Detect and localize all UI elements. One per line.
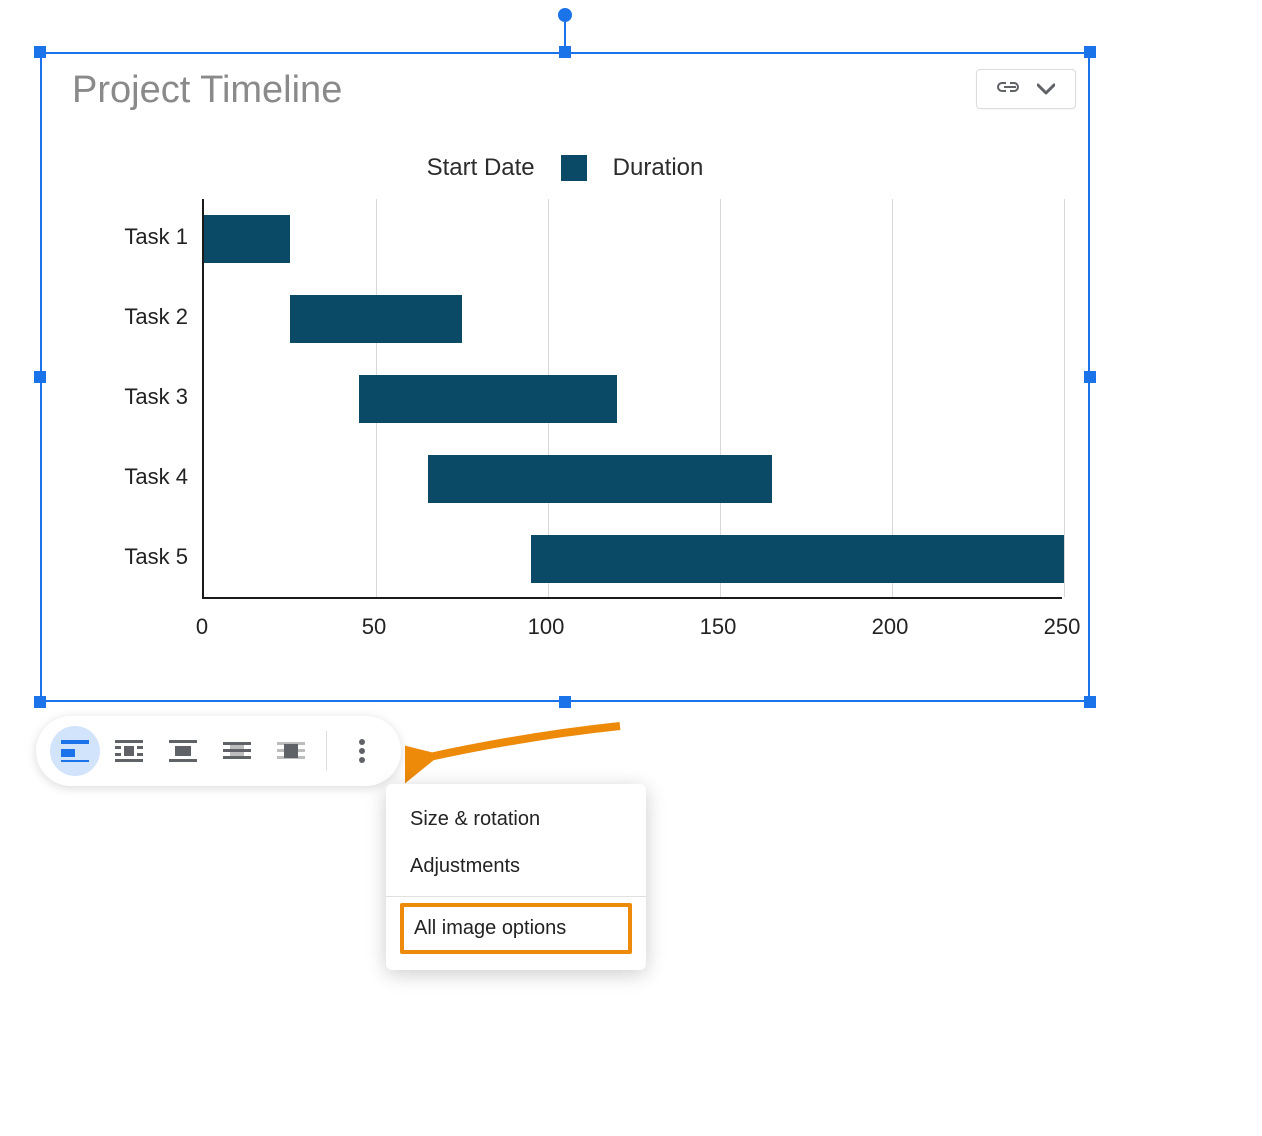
x-axis-label: 200 (872, 614, 909, 640)
annotation-arrow (405, 716, 635, 786)
x-axis-label: 0 (196, 614, 208, 640)
legend-duration-label: Duration (613, 154, 704, 182)
plot-area (202, 199, 1062, 599)
in-front-of-text-button[interactable] (266, 726, 316, 776)
menu-divider (386, 896, 646, 897)
bar-duration-segment (290, 295, 462, 343)
selection-handle-e[interactable] (1084, 371, 1096, 383)
selection-handle-se[interactable] (1084, 696, 1096, 708)
rotation-handle[interactable] (558, 8, 572, 22)
chart-selection-frame[interactable]: Project Timeline Start Date Duration (40, 52, 1090, 702)
menu-item-all-image-options[interactable]: All image options (400, 903, 632, 954)
behind-text-button[interactable] (212, 726, 262, 776)
chart-title: Project Timeline (72, 69, 342, 112)
selection-handle-nw[interactable] (34, 46, 46, 58)
bar-start-segment (204, 455, 428, 503)
selection-handle-w[interactable] (34, 371, 46, 383)
selection-handle-n[interactable] (559, 46, 571, 58)
chart-legend: Start Date Duration (42, 154, 1088, 182)
bar-duration-segment (531, 535, 1064, 583)
y-axis-label: Task 2 (68, 304, 188, 330)
behind-text-icon (223, 740, 251, 762)
link-icon (997, 82, 1023, 96)
selection-handle-sw[interactable] (34, 696, 46, 708)
x-axis-label: 250 (1044, 614, 1081, 640)
menu-item-size-rotation[interactable]: Size & rotation (386, 796, 646, 843)
bar-duration-segment (204, 215, 290, 263)
y-axis-label: Task 5 (68, 544, 188, 570)
x-axis-label: 100 (528, 614, 565, 640)
y-axis-label: Task 1 (68, 224, 188, 250)
wrap-text-button[interactable] (104, 726, 154, 776)
chevron-down-icon (1037, 83, 1055, 95)
wrap-text-icon (115, 740, 143, 762)
in-front-of-text-icon (277, 740, 305, 762)
bar-start-segment (204, 535, 531, 583)
break-text-icon (169, 740, 197, 762)
linked-chart-dropdown[interactable] (976, 69, 1076, 109)
legend-start-date-label: Start Date (427, 154, 535, 182)
image-toolbar (36, 716, 401, 786)
bar-start-segment (204, 375, 359, 423)
break-text-button[interactable] (158, 726, 208, 776)
inline-icon (61, 740, 89, 762)
toolbar-divider (326, 731, 327, 771)
selection-handle-ne[interactable] (1084, 46, 1096, 58)
bar-duration-segment (359, 375, 617, 423)
inline-button[interactable] (50, 726, 100, 776)
menu-item-adjustments[interactable]: Adjustments (386, 843, 646, 890)
bar-duration-segment (428, 455, 772, 503)
y-axis-label: Task 4 (68, 464, 188, 490)
bar-start-segment (204, 295, 290, 343)
more-options-button[interactable] (337, 726, 387, 776)
selection-handle-s[interactable] (559, 696, 571, 708)
legend-duration-swatch (561, 155, 587, 181)
kebab-icon (359, 739, 365, 763)
gridline (1064, 199, 1065, 597)
image-options-menu: Size & rotation Adjustments All image op… (386, 784, 646, 970)
x-axis-label: 50 (362, 614, 386, 640)
x-axis-label: 150 (700, 614, 737, 640)
y-axis-label: Task 3 (68, 384, 188, 410)
